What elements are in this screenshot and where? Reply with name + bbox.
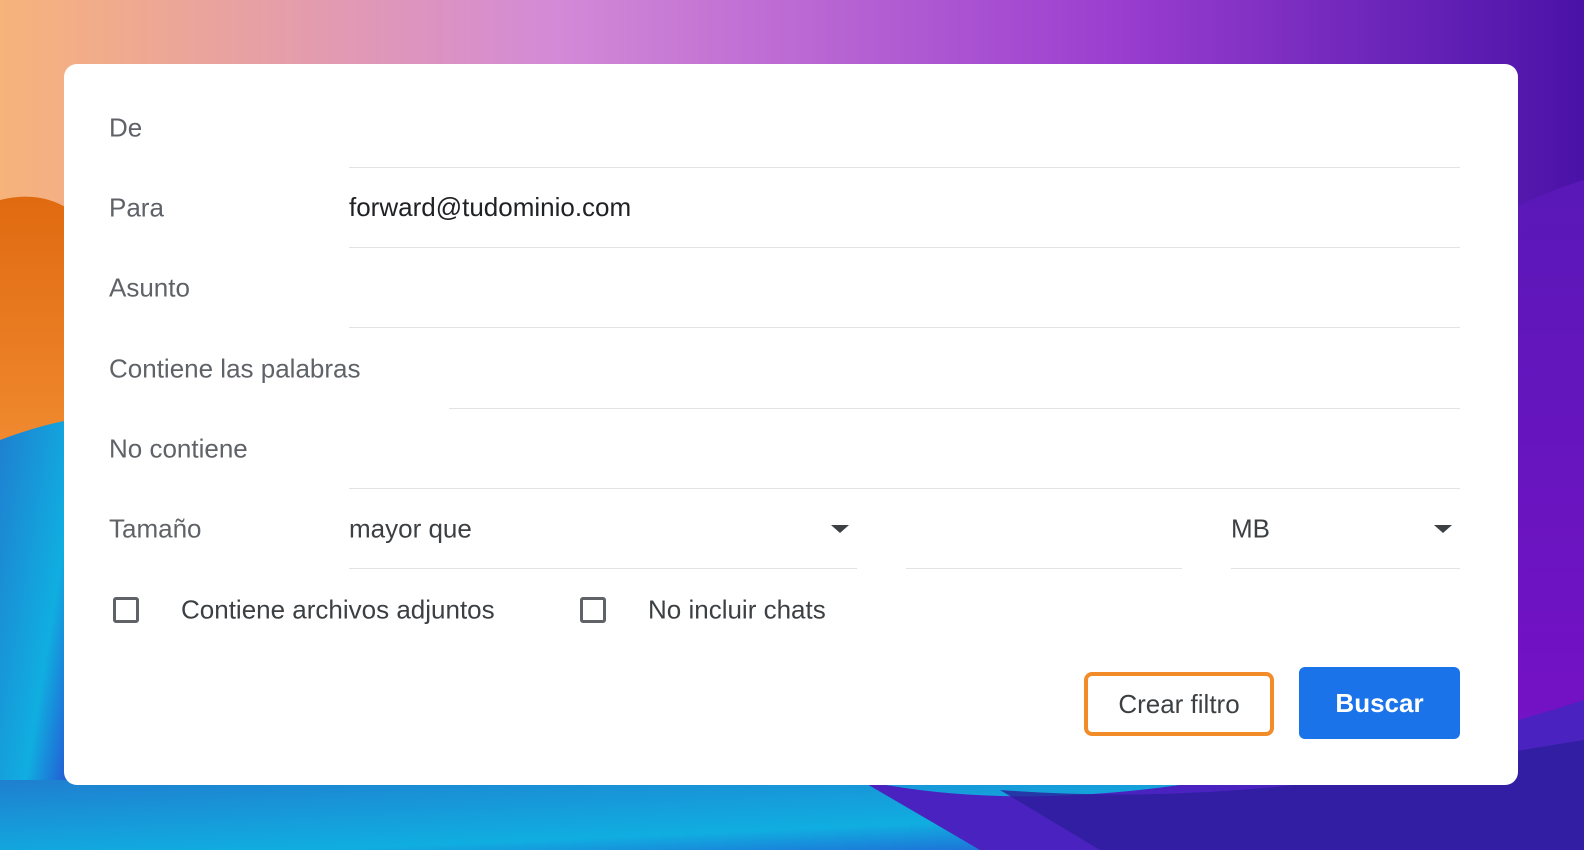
dropdown-arrow-icon [1434, 524, 1452, 533]
has-words-label: Contiene las palabras [109, 353, 361, 384]
size-unit-select[interactable]: MB [1231, 489, 1460, 569]
size-comparator-select[interactable]: mayor que [349, 489, 857, 569]
exclude-chats-checkbox[interactable] [580, 597, 606, 623]
from-input[interactable] [349, 109, 1460, 146]
exclude-chats-label[interactable]: No incluir chats [648, 595, 826, 626]
to-field-container [349, 168, 1460, 248]
has-attachment-label[interactable]: Contiene archivos adjuntos [181, 595, 495, 626]
size-amount-input[interactable] [906, 510, 1182, 547]
size-label: Tamaño [109, 513, 202, 544]
not-contains-label: No contiene [109, 433, 248, 464]
options-row: Contiene archivos adjuntos No incluir ch… [64, 585, 1518, 635]
subject-label: Asunto [109, 272, 190, 303]
dropdown-arrow-icon [831, 524, 849, 533]
create-filter-button[interactable]: Crear filtro [1084, 672, 1274, 736]
has-words-row: Contiene las palabras [64, 329, 1518, 409]
to-row: Para [64, 168, 1518, 248]
size-comparator-value: mayor que [349, 513, 472, 543]
search-filter-dialog: De Para Asunto Contiene las palabras No … [64, 64, 1518, 785]
has-words-input[interactable] [449, 350, 1460, 387]
to-label: Para [109, 192, 164, 223]
subject-row: Asunto [64, 248, 1518, 328]
search-button[interactable]: Buscar [1299, 667, 1460, 739]
has-words-field-container [449, 329, 1460, 409]
subject-field-container [349, 248, 1460, 328]
from-field-container [349, 88, 1460, 168]
not-contains-row: No contiene [64, 409, 1518, 489]
size-amount-container [906, 489, 1182, 569]
from-label: De [109, 112, 143, 143]
has-attachment-checkbox[interactable] [113, 597, 139, 623]
size-row: Tamaño mayor que MB [64, 489, 1518, 569]
subject-input[interactable] [349, 269, 1460, 306]
not-contains-field-container [349, 409, 1460, 489]
size-unit-value: MB [1231, 513, 1270, 543]
to-input[interactable] [349, 189, 1460, 226]
not-contains-input[interactable] [349, 430, 1460, 467]
from-row: De [64, 88, 1518, 168]
